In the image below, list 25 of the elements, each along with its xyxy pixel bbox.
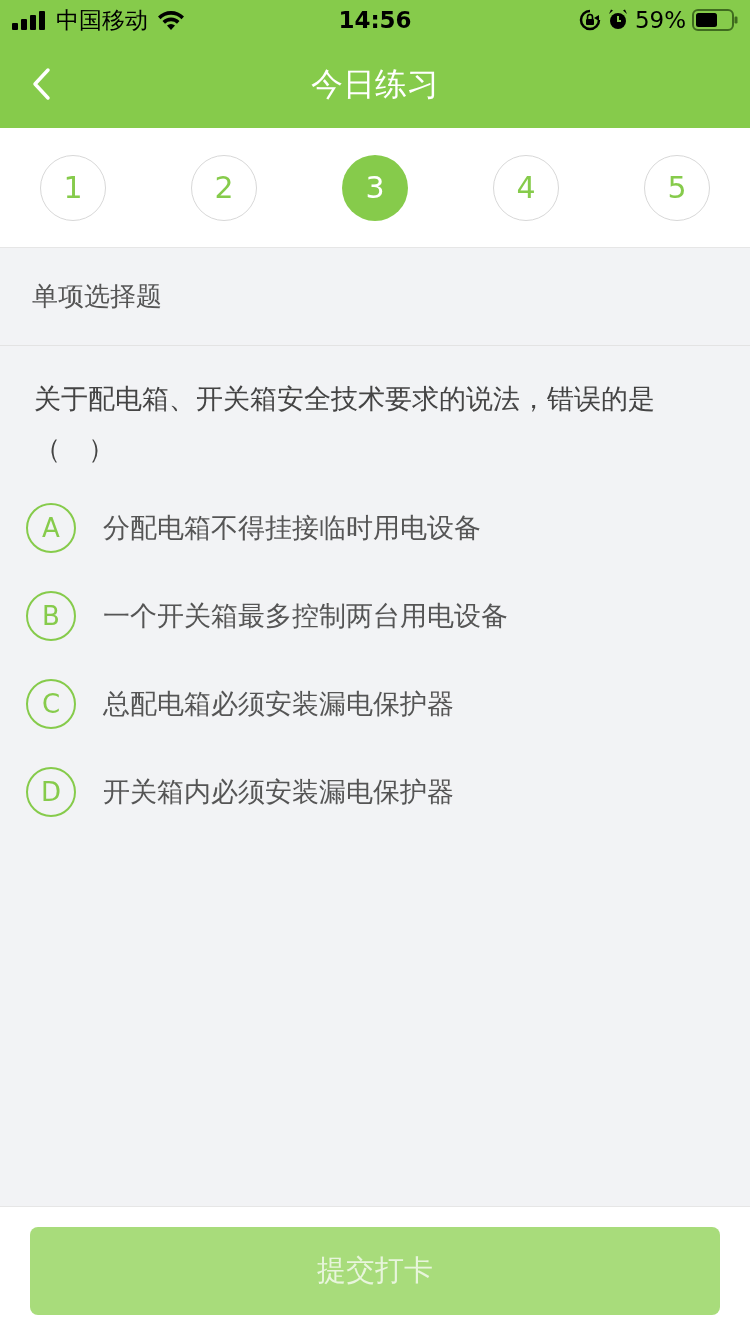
option-text[interactable]: 总配电箱必须安装漏电保护器 <box>103 683 454 725</box>
option-letter-radio[interactable]: B <box>26 591 76 641</box>
signal-icon <box>12 10 48 30</box>
option-letter-radio[interactable]: D <box>26 767 76 817</box>
wifi-icon <box>156 9 186 31</box>
question-type-label: 单项选择题 <box>32 280 162 313</box>
status-time: 14:56 <box>337 5 413 35</box>
option-letter-radio[interactable]: A <box>26 503 76 553</box>
option-text[interactable]: 开关箱内必须安装漏电保护器 <box>103 771 454 813</box>
question-text: 关于配电箱、开关箱安全技术要求的说法，错误的是（ ） <box>34 382 656 466</box>
back-icon <box>31 67 51 101</box>
option-text[interactable]: 分配电箱不得挂接临时用电设备 <box>103 507 481 549</box>
alarm-icon <box>606 9 629 31</box>
option-text[interactable]: 一个开关箱最多控制两台用电设备 <box>103 595 508 637</box>
page-title: 今日练习 <box>311 64 439 105</box>
question-number-tab[interactable]: 1 <box>40 154 106 221</box>
battery-icon <box>692 9 738 31</box>
carrier-name: 中国移动 <box>56 5 148 35</box>
option-letter-radio[interactable]: C <box>26 679 76 729</box>
question-number-tab[interactable]: 2 <box>191 154 257 221</box>
question-number-tab[interactable]: 3 <box>342 154 408 221</box>
rotation-lock-icon <box>578 9 601 31</box>
question-number-tab[interactable]: 4 <box>493 154 559 221</box>
question-number-tab[interactable]: 5 <box>644 154 710 221</box>
battery-percent: 59% <box>634 5 686 35</box>
